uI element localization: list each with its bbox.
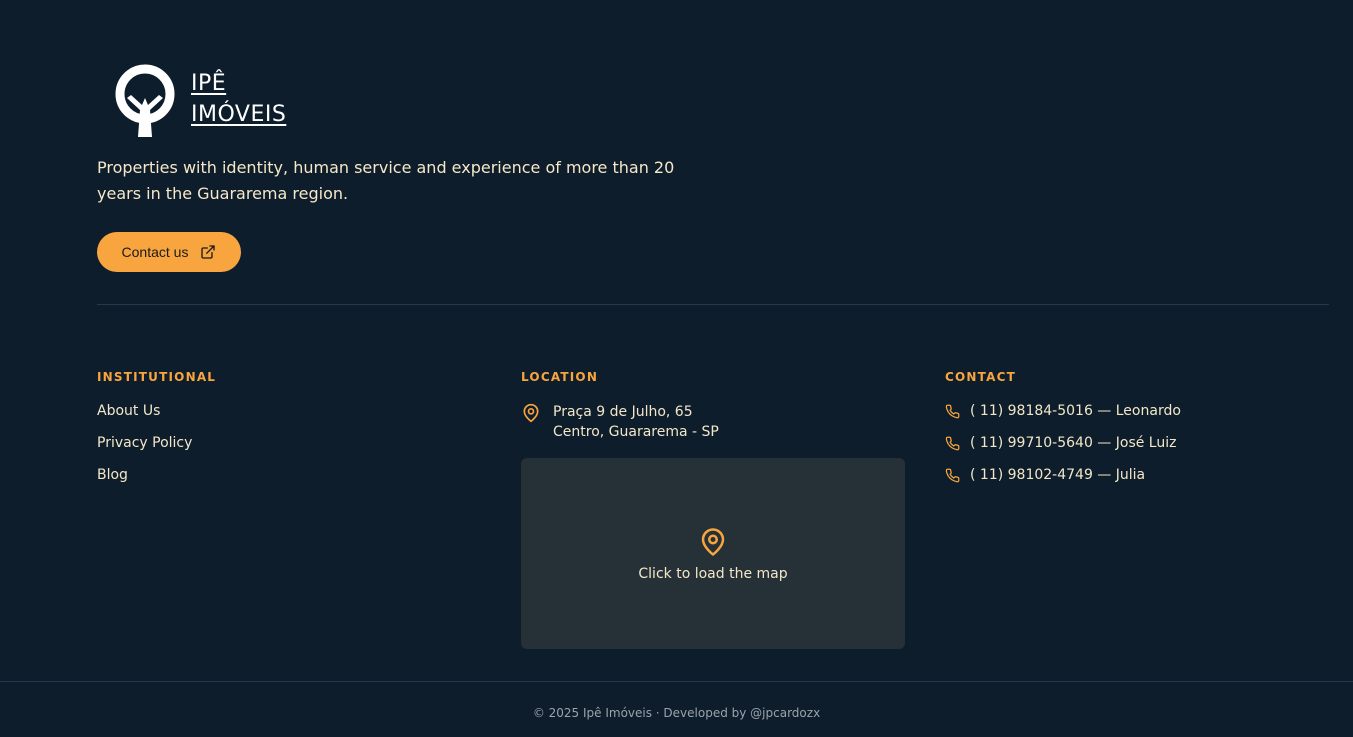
- address: Praça 9 de Julho, 65 Centro, Guararema -…: [521, 402, 719, 442]
- brand-name-line2: IMÓVEIS: [191, 102, 287, 127]
- phone-item[interactable]: ( 11) 98184-5016 — Leonardo: [945, 402, 1181, 421]
- location-title: LOCATION: [521, 370, 599, 384]
- map-pin-icon: [523, 403, 539, 423]
- external-link-icon: [201, 245, 216, 259]
- institutional-column: INSTITUTIONAL About Us Privacy Policy Bl…: [97, 370, 216, 498]
- link-blog[interactable]: Blog: [97, 466, 216, 485]
- tagline: Properties with identity, human service …: [97, 158, 675, 203]
- phone-icon: [945, 404, 960, 419]
- phone-item[interactable]: ( 11) 99710-5640 — José Luiz: [945, 434, 1181, 453]
- phone-item[interactable]: ( 11) 98102-4749 — Julia: [945, 466, 1181, 485]
- contact-title: CONTACT: [945, 370, 1016, 384]
- copyright: © 2025 Ipê Imóveis · Developed by @jpcar…: [532, 706, 821, 720]
- map-pin-icon: [701, 527, 725, 556]
- load-map-label: Click to load the map: [638, 565, 788, 582]
- map-placeholder[interactable]: Click to load the map: [521, 458, 905, 649]
- bottom-divider: [0, 681, 1353, 682]
- contact-us-label: Contact us: [121, 244, 189, 260]
- contact-us-button[interactable]: Contact us: [97, 232, 241, 272]
- address-line1: Praça 9 de Julho, 65: [553, 404, 693, 420]
- divider: [97, 304, 1329, 305]
- phone-icon: [945, 468, 960, 483]
- institutional-title: INSTITUTIONAL: [97, 370, 217, 384]
- tree-logo-icon: [115, 64, 175, 137]
- phone-text: ( 11) 99710-5640 — José Luiz: [970, 435, 1177, 451]
- contact-column: CONTACT ( 11) 98184-5016 — Leonardo ( 11…: [945, 370, 1181, 498]
- link-about-us[interactable]: About Us: [97, 402, 216, 421]
- address-line2: Centro, Guararema - SP: [553, 424, 719, 440]
- phone-text: ( 11) 98102-4749 — Julia: [970, 467, 1146, 483]
- brand-name-line1: IPÊ: [191, 71, 227, 96]
- site-footer: IPÊ IMÓVEIS Properties with identity, hu…: [0, 0, 1353, 737]
- link-privacy-policy[interactable]: Privacy Policy: [97, 434, 216, 453]
- brand[interactable]: IPÊ IMÓVEIS: [97, 58, 286, 140]
- location-column: LOCATION Praça 9 de Julho, 65 Centro, Gu…: [521, 370, 719, 442]
- phone-text: ( 11) 98184-5016 — Leonardo: [970, 403, 1181, 419]
- phone-icon: [945, 436, 960, 451]
- brand-name: IPÊ IMÓVEIS: [191, 68, 286, 130]
